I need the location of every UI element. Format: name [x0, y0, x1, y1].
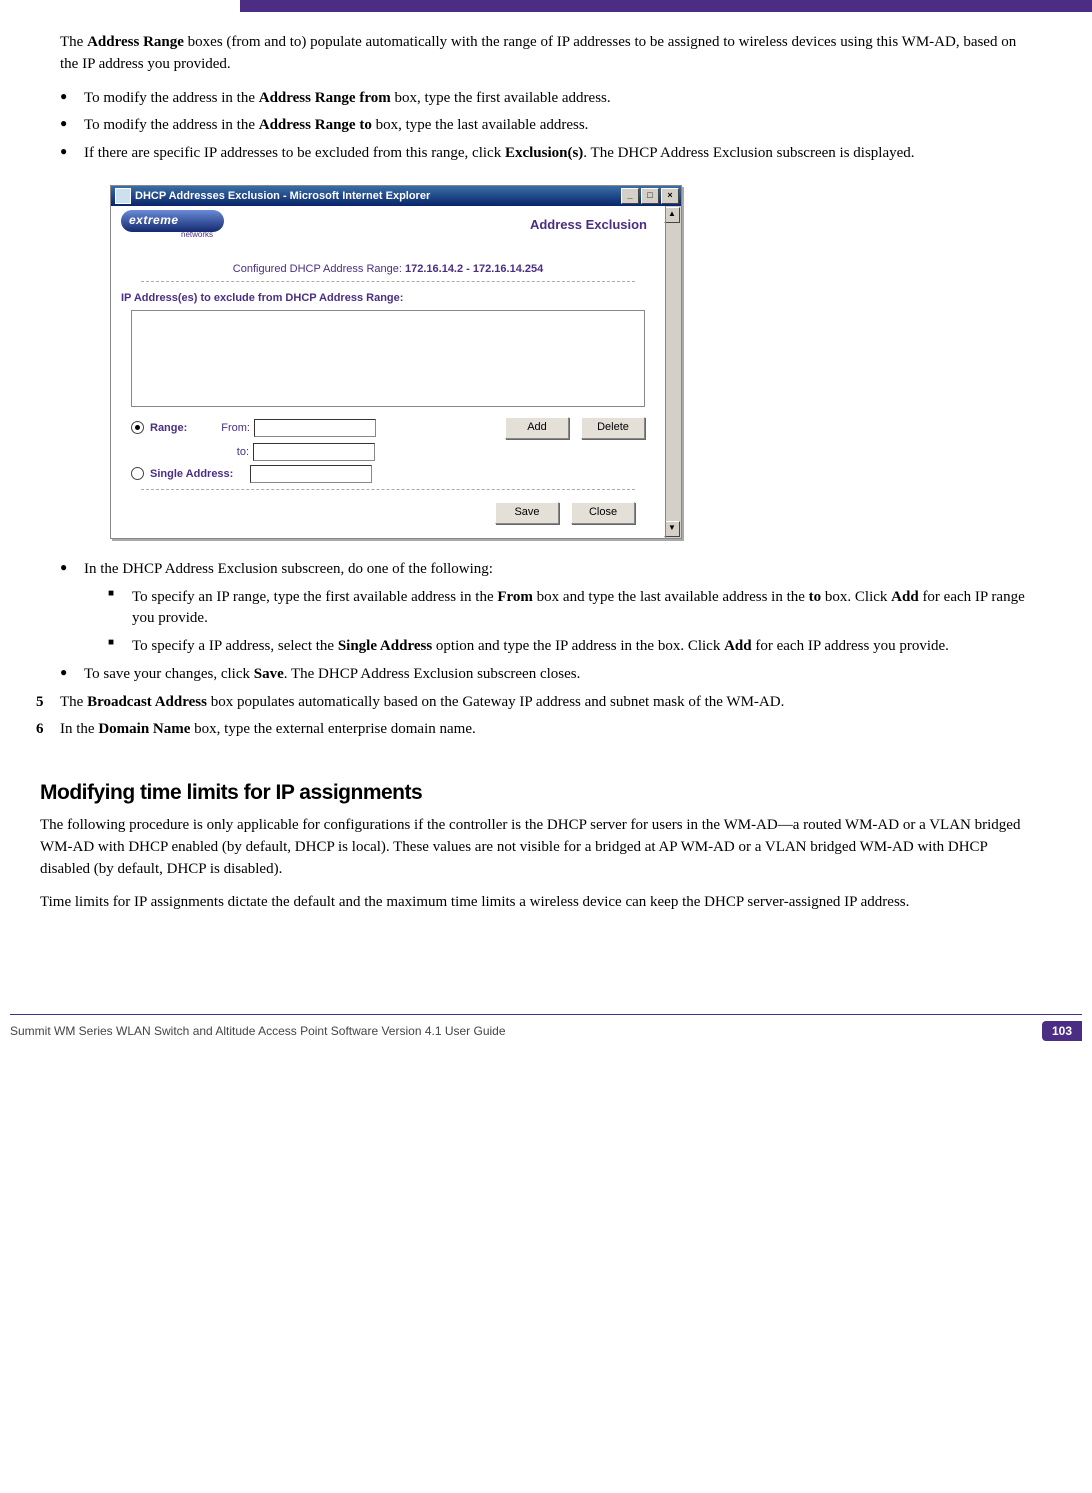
to-label: to:: [209, 446, 249, 458]
sub-bullet-single: To specify a IP address, select the Sing…: [108, 636, 1032, 658]
intro-paragraph: The Address Range boxes (from and to) po…: [60, 32, 1032, 76]
brand-subtext: networks: [181, 230, 224, 239]
page-number-badge: 103: [1042, 1021, 1082, 1041]
ie-icon: [115, 188, 131, 204]
single-address-label: Single Address:: [150, 468, 250, 480]
section-para-1: The following procedure is only applicab…: [40, 815, 1032, 880]
range-label: Range:: [150, 422, 210, 434]
bullet-dhcp-subscreen: In the DHCP Address Exclusion subscreen,…: [60, 559, 1032, 658]
maximize-button[interactable]: □: [641, 188, 659, 204]
dialog-heading: Address Exclusion: [530, 217, 655, 232]
step-6: 6 In the Domain Name box, type the exter…: [36, 719, 1032, 741]
add-button[interactable]: Add: [505, 417, 569, 439]
divider: [141, 281, 635, 282]
sub-bullet-range: To specify an IP range, type the first a…: [108, 587, 1032, 631]
minimize-button[interactable]: _: [621, 188, 639, 204]
exclude-list-label: IP Address(es) to exclude from DHCP Addr…: [121, 292, 665, 304]
bullet-exclusion: If there are specific IP addresses to be…: [60, 143, 1032, 165]
extreme-logo: extreme: [121, 210, 224, 232]
bullet-modify-to: To modify the address in the Address Ran…: [60, 115, 1032, 137]
exclusion-listbox[interactable]: [131, 310, 645, 407]
scroll-up-button[interactable]: ▲: [664, 207, 680, 223]
dhcp-exclusion-dialog: DHCP Addresses Exclusion - Microsoft Int…: [110, 185, 682, 539]
section-heading: Modifying time limits for IP assignments: [40, 781, 1032, 805]
divider-2: [141, 489, 635, 490]
save-button[interactable]: Save: [495, 502, 559, 524]
single-address-radio[interactable]: [131, 467, 144, 480]
from-input[interactable]: [254, 419, 376, 437]
scroll-down-button[interactable]: ▼: [664, 521, 680, 537]
dialog-titlebar: DHCP Addresses Exclusion - Microsoft Int…: [111, 186, 681, 206]
header-accent-bar: [240, 0, 1092, 12]
footer-text: Summit WM Series WLAN Switch and Altitud…: [10, 1024, 1042, 1038]
dialog-title: DHCP Addresses Exclusion - Microsoft Int…: [135, 190, 619, 202]
bullet-save-changes: To save your changes, click Save. The DH…: [60, 664, 1032, 686]
close-window-button[interactable]: ×: [661, 188, 679, 204]
step-5: 5 The Broadcast Address box populates au…: [36, 692, 1032, 714]
configured-range-line: Configured DHCP Address Range: 172.16.14…: [111, 263, 665, 275]
section-para-2: Time limits for IP assignments dictate t…: [40, 892, 1032, 914]
close-button[interactable]: Close: [571, 502, 635, 524]
range-radio[interactable]: [131, 421, 144, 434]
bullet-modify-from: To modify the address in the Address Ran…: [60, 88, 1032, 110]
single-address-input[interactable]: [250, 465, 372, 483]
from-label: From:: [210, 422, 250, 434]
delete-button[interactable]: Delete: [581, 417, 645, 439]
to-input[interactable]: [253, 443, 375, 461]
